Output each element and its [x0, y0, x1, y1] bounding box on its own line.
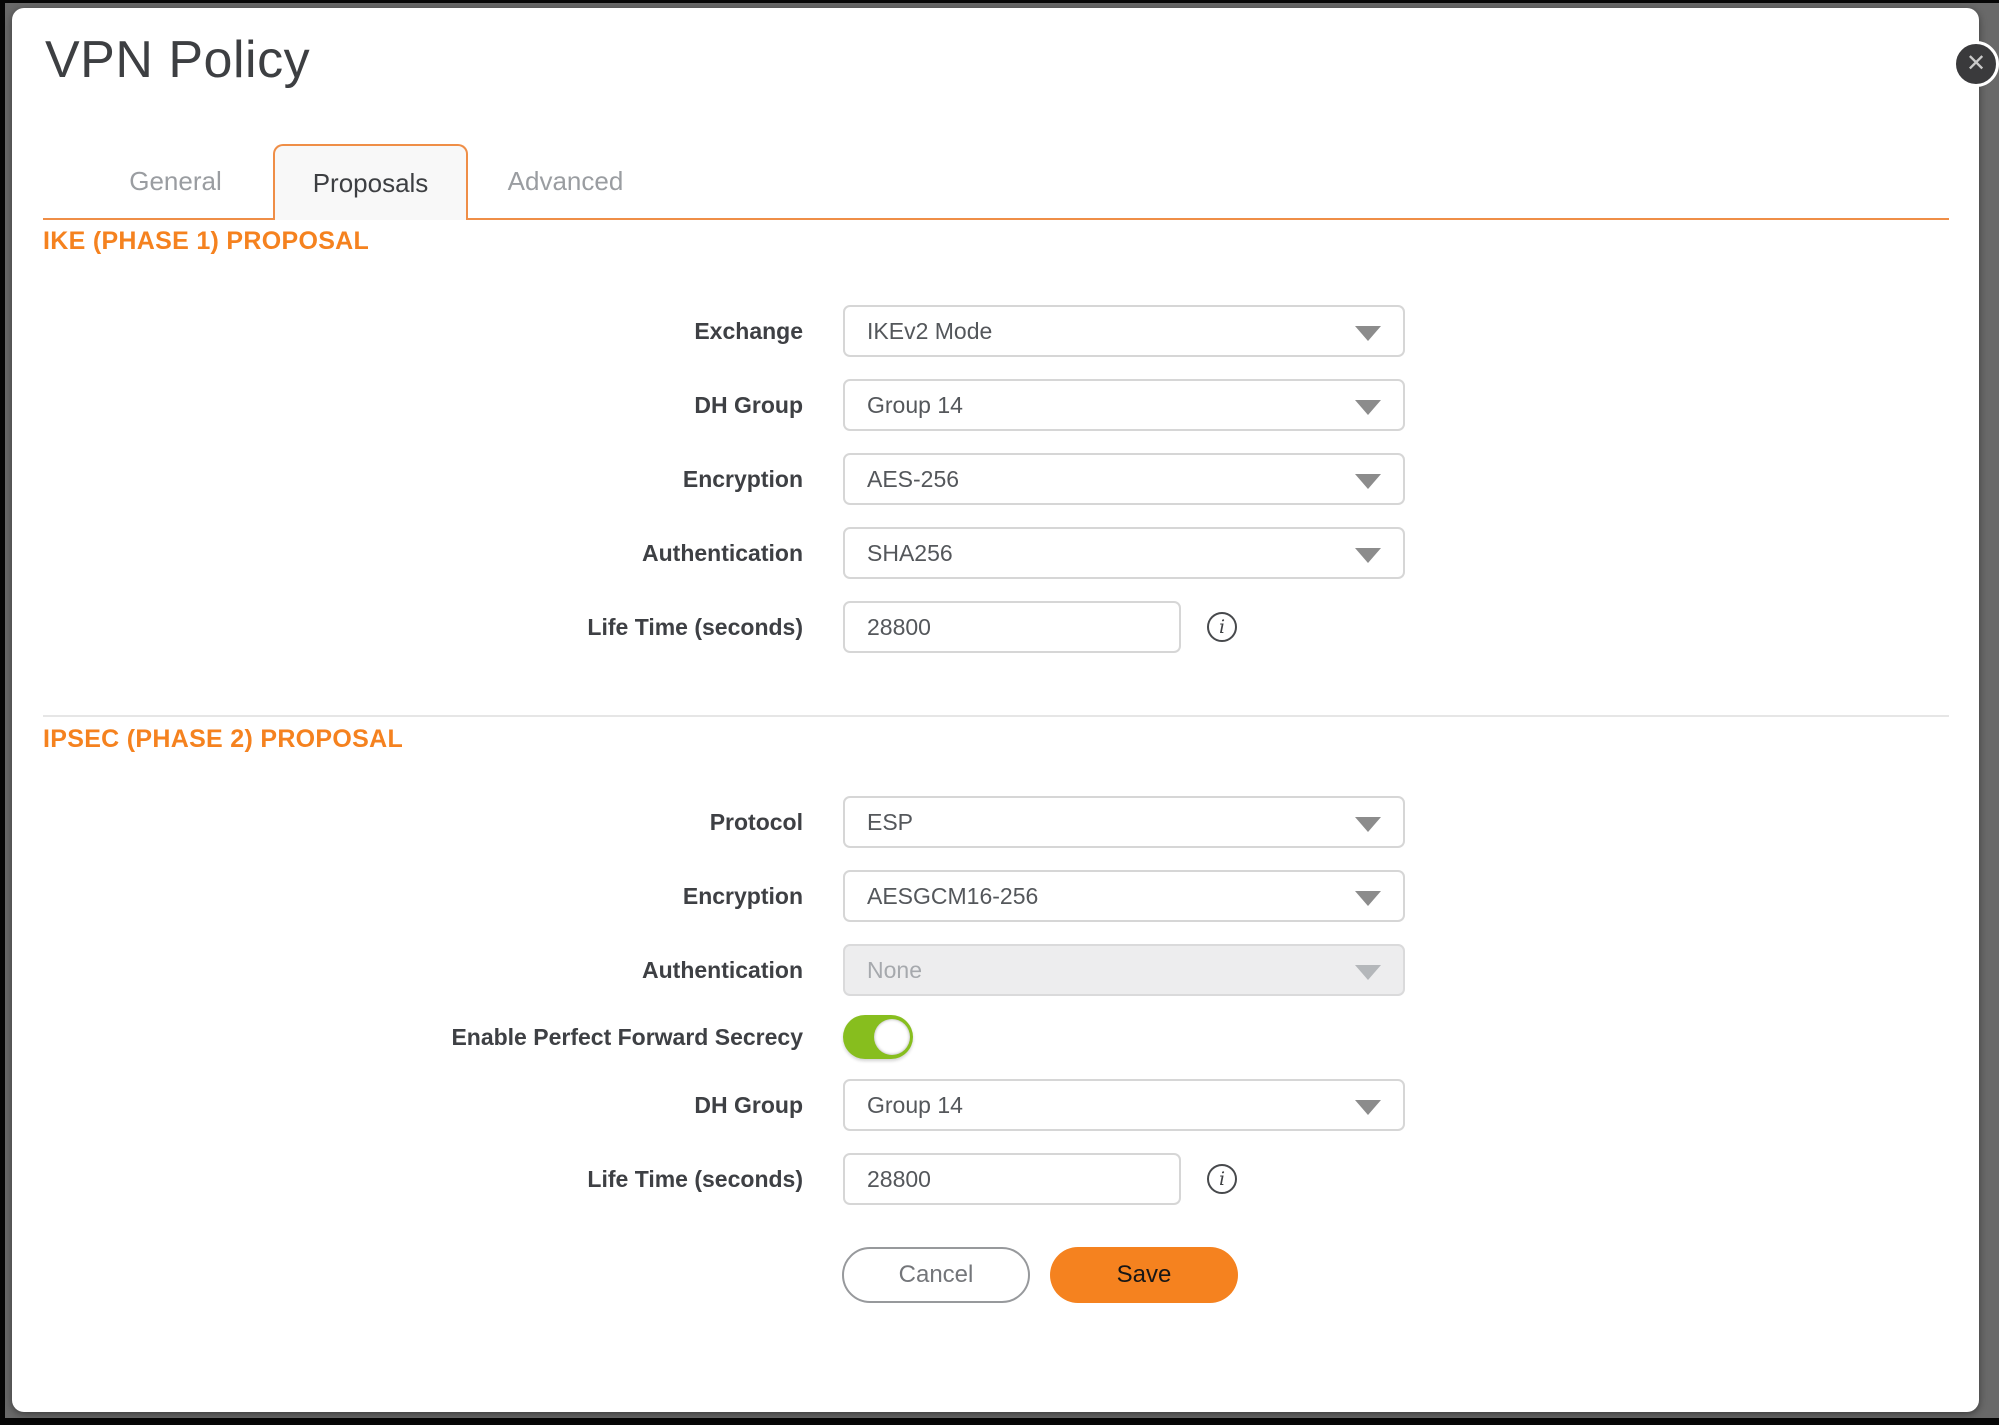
protocol-select[interactable]: ESP	[843, 796, 1405, 848]
close-button[interactable]: ✕	[1953, 41, 1999, 87]
info-icon[interactable]: i	[1207, 612, 1237, 642]
vpn-policy-dialog: ✕ VPN Policy General Proposals Advanced …	[12, 8, 1979, 1412]
ipsec-encryption-select[interactable]: AESGCM16-256	[843, 870, 1405, 922]
pfs-toggle[interactable]	[843, 1015, 913, 1059]
form-row-ipsec-dh-group: DH Group Group 14	[12, 1079, 1405, 1131]
exchange-label: Exchange	[12, 318, 803, 345]
ipsec-lifetime-input[interactable]	[843, 1153, 1181, 1205]
form-row-dh-group: DH Group Group 14	[12, 379, 1405, 431]
ipsec-authentication-select: None	[843, 944, 1405, 996]
chevron-down-icon	[1355, 326, 1381, 341]
protocol-value: ESP	[867, 809, 913, 836]
dialog-actions: Cancel Save	[842, 1247, 1238, 1303]
save-button[interactable]: Save	[1050, 1247, 1238, 1303]
chevron-down-icon	[1355, 817, 1381, 832]
form-row-protocol: Protocol ESP	[12, 796, 1405, 848]
form-row-authentication: Authentication SHA256	[12, 527, 1405, 579]
info-icon[interactable]: i	[1207, 1164, 1237, 1194]
chevron-down-icon	[1355, 400, 1381, 415]
section-heading-ike: IKE (PHASE 1) PROPOSAL	[43, 227, 369, 256]
encryption-value: AES-256	[867, 466, 959, 493]
dh-group-label: DH Group	[12, 392, 803, 419]
protocol-label: Protocol	[12, 809, 803, 836]
ipsec-dh-group-select[interactable]: Group 14	[843, 1079, 1405, 1131]
form-row-lifetime: Life Time (seconds) i	[12, 601, 1237, 653]
dialog-title: VPN Policy	[45, 30, 310, 90]
form-row-ipsec-lifetime: Life Time (seconds) i	[12, 1153, 1237, 1205]
dh-group-value: Group 14	[867, 392, 963, 419]
tab-general[interactable]: General	[78, 144, 273, 220]
chevron-down-icon	[1355, 891, 1381, 906]
tab-advanced[interactable]: Advanced	[468, 144, 663, 220]
toggle-knob	[874, 1019, 910, 1055]
lifetime-label: Life Time (seconds)	[12, 614, 803, 641]
tab-bar: General Proposals Advanced	[78, 144, 663, 220]
form-row-pfs: Enable Perfect Forward Secrecy	[12, 1011, 913, 1063]
exchange-value: IKEv2 Mode	[867, 318, 992, 345]
section-heading-ipsec: IPSEC (PHASE 2) PROPOSAL	[43, 725, 403, 754]
ipsec-authentication-label: Authentication	[12, 957, 803, 984]
ipsec-dh-group-label: DH Group	[12, 1092, 803, 1119]
ipsec-encryption-value: AESGCM16-256	[867, 883, 1038, 910]
ipsec-dh-group-value: Group 14	[867, 1092, 963, 1119]
chevron-down-icon	[1355, 548, 1381, 563]
authentication-value: SHA256	[867, 540, 953, 567]
cancel-button[interactable]: Cancel	[842, 1247, 1030, 1303]
ipsec-lifetime-label: Life Time (seconds)	[12, 1166, 803, 1193]
section-divider	[43, 715, 1949, 717]
chevron-down-icon	[1355, 965, 1381, 980]
authentication-select[interactable]: SHA256	[843, 527, 1405, 579]
tab-proposals[interactable]: Proposals	[273, 144, 468, 220]
dh-group-select[interactable]: Group 14	[843, 379, 1405, 431]
form-row-encryption: Encryption AES-256	[12, 453, 1405, 505]
close-icon: ✕	[1966, 50, 1986, 77]
pfs-label: Enable Perfect Forward Secrecy	[12, 1024, 803, 1051]
lifetime-input[interactable]	[843, 601, 1181, 653]
form-row-ipsec-encryption: Encryption AESGCM16-256	[12, 870, 1405, 922]
exchange-select[interactable]: IKEv2 Mode	[843, 305, 1405, 357]
chevron-down-icon	[1355, 1100, 1381, 1115]
encryption-select[interactable]: AES-256	[843, 453, 1405, 505]
chevron-down-icon	[1355, 474, 1381, 489]
encryption-label: Encryption	[12, 466, 803, 493]
authentication-label: Authentication	[12, 540, 803, 567]
ipsec-authentication-value: None	[867, 957, 922, 984]
form-row-exchange: Exchange IKEv2 Mode	[12, 305, 1405, 357]
form-row-ipsec-authentication: Authentication None	[12, 944, 1405, 996]
ipsec-encryption-label: Encryption	[12, 883, 803, 910]
